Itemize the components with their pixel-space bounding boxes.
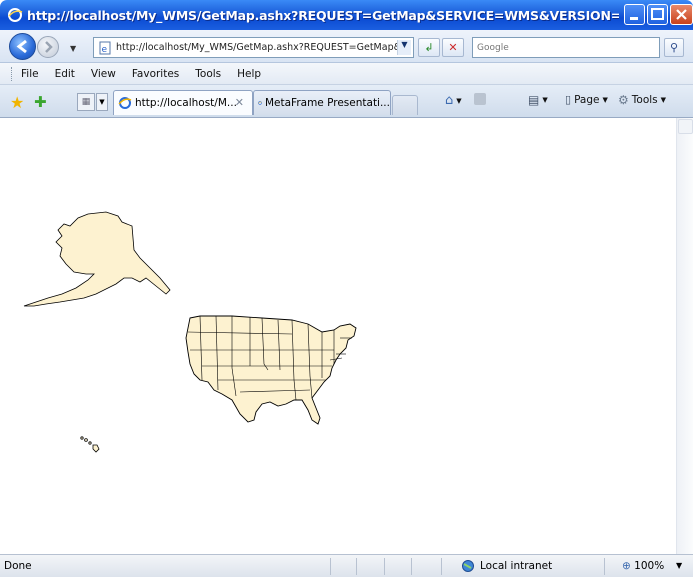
menu-edit[interactable]: Edit (55, 68, 75, 80)
page-menu-dropdown-icon: ▼ (602, 95, 608, 104)
home-dropdown[interactable]: ▼ (456, 97, 461, 105)
address-url: http://localhost/My_WMS/GetMap.ashx?REQU… (116, 42, 402, 53)
minimize-icon (630, 17, 638, 20)
ie-icon (118, 97, 132, 109)
back-icon (16, 39, 27, 54)
window-titlebar: http://localhost/My_WMS/GetMap.ashx?REQU… (0, 0, 693, 30)
search-input[interactable] (477, 42, 657, 53)
search-button[interactable]: ⚲ (664, 38, 684, 57)
print-icon: ▤ (528, 93, 540, 107)
close-icon (676, 9, 687, 20)
add-favorites-icon[interactable]: ✚ (34, 93, 47, 111)
favorites-star-icon[interactable]: ★ (10, 93, 24, 112)
status-divider (441, 558, 442, 575)
forward-icon (45, 41, 53, 53)
address-toolbar: ▼ e http://localhost/My_WMS/GetMap.ashx?… (0, 30, 693, 63)
feeds-icon (474, 93, 486, 105)
forward-button[interactable] (37, 36, 59, 58)
menu-favorites[interactable]: Favorites (132, 68, 179, 80)
status-bar: Done Local intranet ⊕ 100% ▼ (0, 554, 693, 577)
tab-close-icon[interactable]: ✕ (235, 96, 244, 109)
zoom-label: 100% (634, 560, 665, 572)
page-menu-label: Page (574, 93, 600, 106)
back-button[interactable] (9, 33, 36, 60)
quick-tabs-icon[interactable]: ▦ (77, 93, 95, 111)
search-field[interactable] (472, 37, 660, 58)
recent-pages-dropdown[interactable]: ▼ (70, 44, 76, 53)
hawaii-shape (80, 436, 100, 453)
close-button[interactable] (670, 4, 693, 25)
wms-map-image (23, 211, 357, 453)
intranet-globe-icon (462, 560, 474, 572)
menu-bar: File Edit View Favorites Tools Help (0, 63, 693, 85)
ie-icon (258, 101, 262, 105)
feeds-button[interactable] (474, 93, 486, 105)
status-divider (384, 558, 385, 575)
ie-icon (8, 8, 23, 22)
minimize-button[interactable] (624, 4, 645, 25)
tab-localhost[interactable]: http://localhost/M... ✕ (113, 90, 253, 115)
zoom-level[interactable]: ⊕ 100% (622, 560, 664, 572)
stop-button[interactable]: ✕ (442, 38, 464, 57)
menu-view[interactable]: View (91, 68, 116, 80)
page-content (0, 118, 676, 554)
menu-file[interactable]: File (21, 68, 39, 80)
new-tab-button[interactable] (392, 95, 418, 115)
tab-label: MetaFrame Presentati... (264, 97, 390, 109)
stop-icon: ✕ (448, 41, 458, 54)
refresh-button[interactable]: ↲ (418, 38, 440, 57)
print-button[interactable]: ▤ ▼ (528, 93, 548, 107)
security-zone-label: Local intranet (480, 560, 553, 572)
alaska-shape (23, 211, 171, 307)
refresh-icon: ↲ (424, 41, 434, 54)
tools-gear-icon: ⚙ (618, 93, 629, 107)
tools-menu-button[interactable]: ⚙ Tools ▼ (618, 93, 666, 107)
page-menu-icon: ▯ (565, 93, 572, 106)
home-icon: ⌂ (445, 93, 454, 108)
tools-menu-dropdown-icon: ▼ (660, 96, 667, 104)
status-text: Done (4, 560, 32, 572)
address-dropdown[interactable]: ▼ (397, 40, 411, 55)
tab-metaframe[interactable]: MetaFrame Presentati... (253, 90, 391, 115)
home-button[interactable]: ⌂ ▼ (445, 93, 462, 108)
maximize-icon (651, 8, 664, 20)
maximize-button[interactable] (647, 4, 668, 25)
tab-list-dropdown[interactable]: ▼ (96, 93, 108, 111)
tab-bar: ★ ✚ ▦ ▼ http://localhost/M... ✕ MetaFram… (0, 85, 693, 118)
svg-text:e: e (102, 45, 108, 55)
status-divider (330, 558, 331, 575)
status-divider (356, 558, 357, 575)
zoom-icon: ⊕ (622, 560, 631, 572)
status-divider (411, 558, 412, 575)
window-title: http://localhost/My_WMS/GetMap.ashx?REQU… (27, 7, 619, 23)
vertical-scrollbar[interactable] (676, 118, 693, 554)
security-zone[interactable]: Local intranet (461, 559, 552, 573)
page-icon: e (99, 41, 111, 55)
menu-help[interactable]: Help (237, 68, 261, 80)
page-menu-button[interactable]: ▯ Page ▼ (565, 93, 608, 106)
print-dropdown[interactable]: ▼ (542, 96, 547, 104)
scroll-up-button[interactable] (678, 119, 693, 134)
tools-menu-label: Tools (631, 94, 658, 106)
zoom-dropdown[interactable]: ▼ (676, 561, 682, 570)
tab-label: http://localhost/M... (135, 97, 237, 109)
search-icon: ⚲ (669, 41, 679, 54)
address-field[interactable]: e http://localhost/My_WMS/GetMap.ashx?RE… (93, 37, 414, 58)
status-divider (604, 558, 605, 575)
menu-grip (11, 66, 13, 81)
menu-tools[interactable]: Tools (195, 68, 221, 80)
